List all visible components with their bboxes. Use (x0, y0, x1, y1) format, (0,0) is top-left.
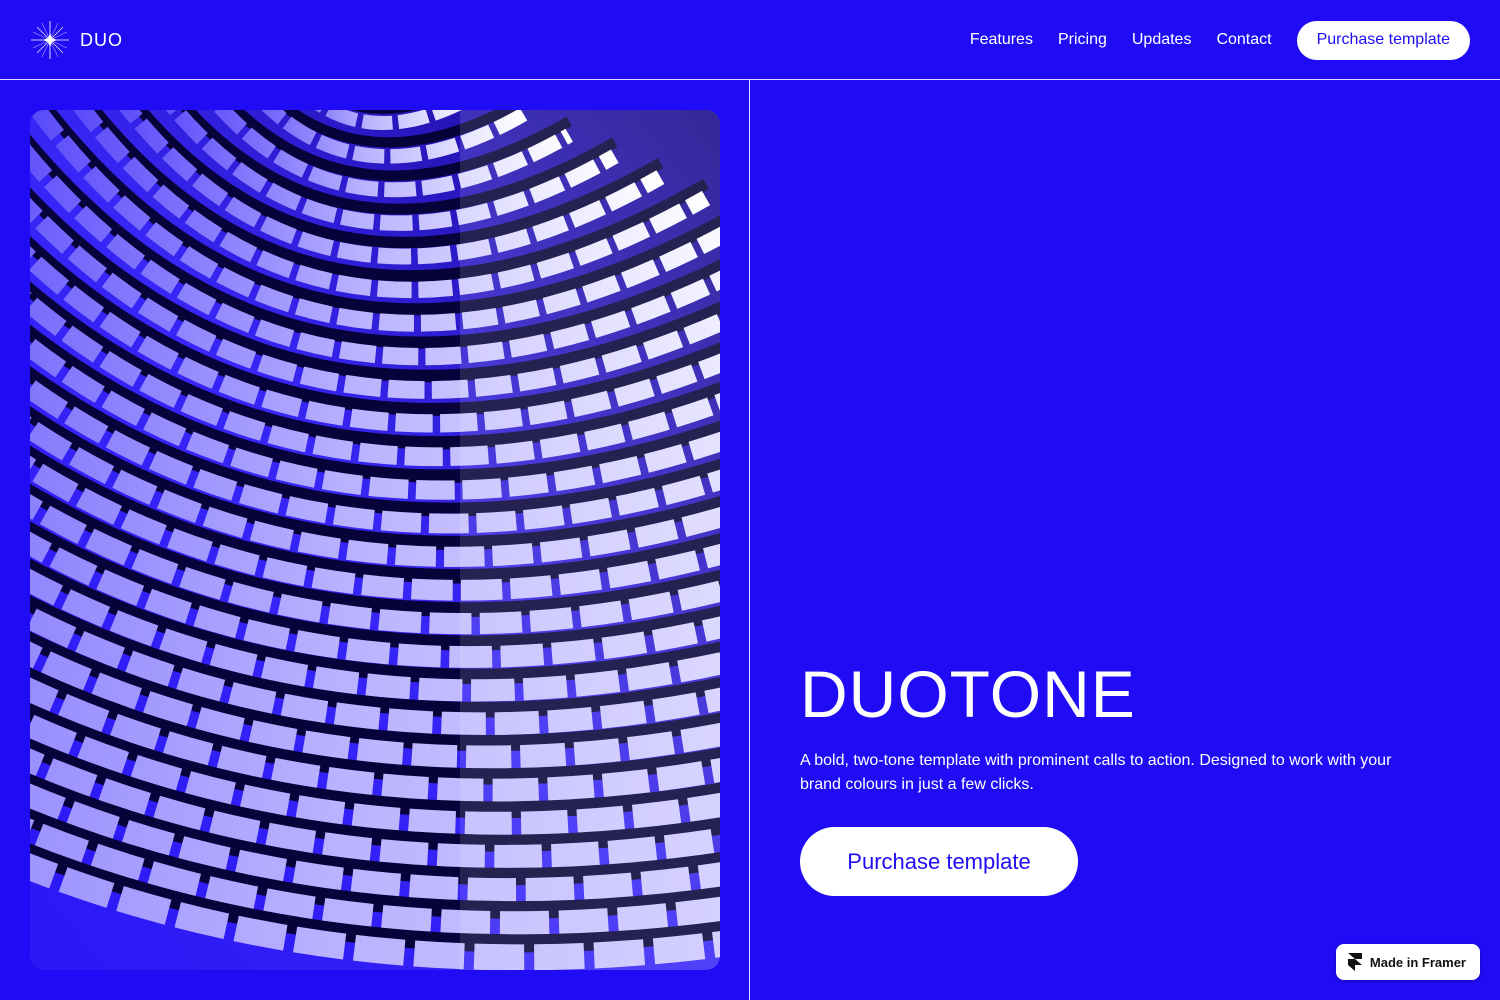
architectural-facade-illustration (30, 110, 720, 970)
nav-link-features[interactable]: Features (970, 31, 1033, 49)
main-nav: Features Pricing Updates Contact Purchas… (970, 20, 1470, 60)
nav-link-pricing[interactable]: Pricing (1058, 31, 1107, 49)
purchase-template-nav-button[interactable]: Purchase template (1296, 20, 1470, 60)
hero-title: DUOTONE (800, 657, 1136, 731)
nav-link-contact[interactable]: Contact (1216, 31, 1271, 49)
made-in-framer-badge[interactable]: Made in Framer (1335, 944, 1480, 980)
made-in-framer-label: Made in Framer (1369, 954, 1466, 970)
hero-image (30, 110, 720, 970)
brand-logo[interactable]: DUO (30, 20, 123, 60)
brand-name: DUO (80, 29, 123, 50)
nav-link-updates[interactable]: Updates (1132, 31, 1192, 49)
framer-logo-icon (1347, 953, 1362, 971)
hero-section: DUOTONE A bold, two-tone template with p… (800, 655, 1420, 896)
purchase-template-hero-button[interactable]: Purchase template (800, 827, 1078, 896)
site-header: DUO Features Pricing Updates Contact Pur… (0, 0, 1500, 80)
hero-description: A bold, two-tone template with prominent… (800, 752, 1392, 793)
facade-light-wash (460, 110, 720, 970)
sparkle-star-icon (31, 21, 69, 59)
vertical-divider (749, 80, 750, 1000)
